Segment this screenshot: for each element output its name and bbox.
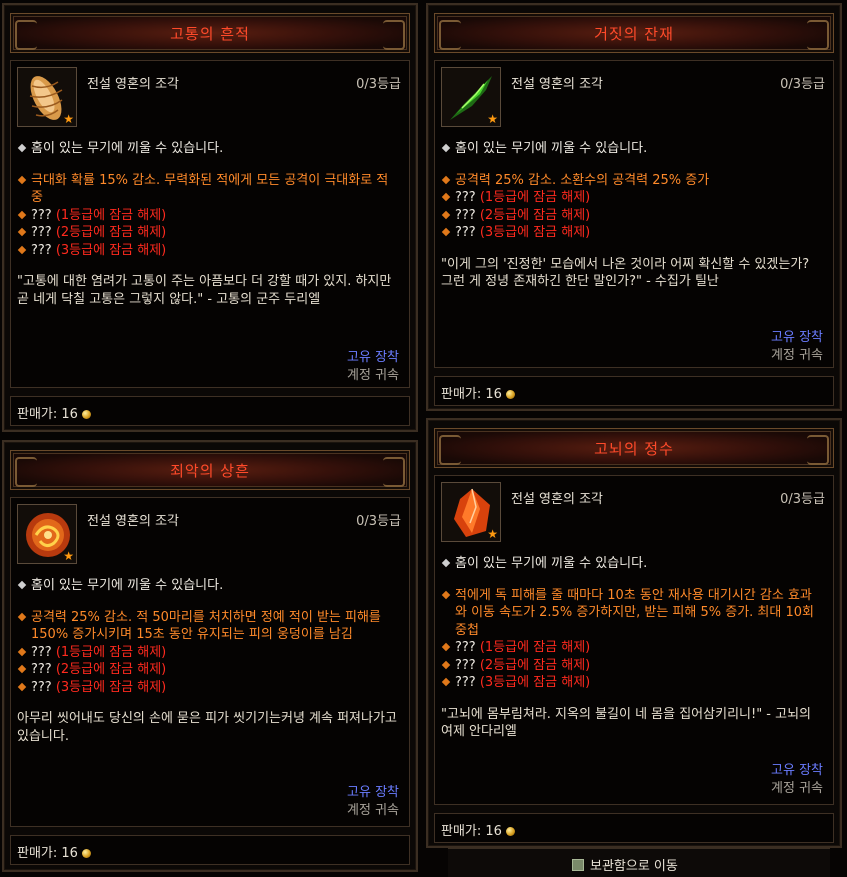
locked-line-1: ??? (1등급에 잠금 해제)	[17, 644, 399, 662]
quality-label: 고유 장착	[347, 350, 399, 365]
socket-line: 홈이 있는 무기에 끼울 수 있습니다.	[441, 555, 823, 573]
stash-icon	[572, 859, 584, 871]
item-tooltip-1: 고통의 흔적 ★ 전설 영혼의 조각 0/3등급 홈이 있는 무기에 끼울 수 …	[2, 3, 418, 432]
tooltip-footer: 판매가: 16	[10, 396, 410, 426]
socket-line: 홈이 있는 무기에 끼울 수 있습니다.	[17, 577, 399, 595]
green-shard-icon[interactable]: ★	[441, 67, 501, 127]
tooltip-body: ★ 전설 영혼의 조각 0/3등급 홈이 있는 무기에 끼울 수 있습니다. 공…	[434, 60, 834, 368]
locked-line-3: ??? (3등급에 잠금 해제)	[17, 679, 399, 697]
legendary-star-icon: ★	[63, 112, 74, 126]
effect-line: 적에게 독 피해를 줄 때마다 10초 동안 재사용 대기시간 감소 효과와 이…	[441, 587, 823, 640]
quality-label: 고유 장착	[347, 785, 399, 800]
bind-label: 계정 귀속	[347, 803, 399, 818]
locked-line-3: ??? (3등급에 잠금 해제)	[17, 242, 399, 260]
locked-line-3: ??? (3등급에 잠금 해제)	[441, 674, 823, 692]
item-rank: 0/3등급	[356, 514, 401, 529]
item-title: 고뇌의 정수	[594, 440, 674, 458]
locked-line-3: ??? (3등급에 잠금 해제)	[441, 224, 823, 242]
flavor-text: 아무리 씻어내도 당신의 손에 묻은 피가 씻기기는커녕 계속 퍼져나가고 있습…	[17, 711, 397, 744]
item-type: 전설 영혼의 조각	[511, 77, 603, 92]
item-title: 죄악의 상흔	[170, 462, 250, 480]
item-tooltip-2: 거짓의 잔재 ★ 전설 영혼의 조각 0/3등급 홈이 있는 무기에 끼울 수 …	[426, 3, 842, 411]
locked-line-2: ??? (2등급에 잠금 해제)	[441, 207, 823, 225]
locked-line-2: ??? (2등급에 잠금 해제)	[441, 657, 823, 675]
bind-label: 계정 귀속	[771, 781, 823, 796]
sell-price: 판매가: 16	[441, 383, 515, 402]
flavor-text: "고뇌에 몸부림쳐라. 지옥의 불길이 네 몸을 집어삼키리니!" - 고뇌의 …	[441, 706, 812, 740]
tooltip-body: ★ 전설 영혼의 조각 0/3등급 홈이 있는 무기에 끼울 수 있습니다. 극…	[10, 60, 410, 388]
item-rank: 0/3등급	[780, 77, 825, 92]
flavor-text: "고통에 대한 염려가 고통이 주는 아픔보다 더 강할 때가 있지. 하지만 …	[17, 274, 392, 307]
sell-price: 판매가: 16	[17, 842, 91, 861]
orange-crystal-icon[interactable]: ★	[441, 482, 501, 542]
locked-line-1: ??? (1등급에 잠금 해제)	[441, 189, 823, 207]
gold-coin-icon	[505, 390, 515, 399]
quality-label: 고유 장착	[771, 763, 823, 778]
larva-icon[interactable]: ★	[17, 67, 77, 127]
flavor-text: "이게 그의 '진정한' 모습에서 나온 것이라 어찌 확신할 수 있겠는가? …	[441, 256, 810, 290]
item-tooltip-4: 고뇌의 정수 ★ 전설 영혼의 조각 0/3등급 홈이 있는 무기에 끼울 수 …	[426, 418, 842, 848]
gold-coin-icon	[505, 827, 515, 836]
tooltip-header: 고통의 흔적	[10, 13, 410, 53]
tooltip-body: ★ 전설 영혼의 조각 0/3등급 홈이 있는 무기에 끼울 수 있습니다. 적…	[434, 475, 834, 805]
socket-line: 홈이 있는 무기에 끼울 수 있습니다.	[441, 140, 823, 158]
gold-coin-icon	[81, 410, 91, 419]
fire-orb-icon[interactable]: ★	[17, 504, 77, 564]
locked-line-2: ??? (2등급에 잠금 해제)	[17, 661, 399, 679]
tooltip-header: 죄악의 상흔	[10, 450, 410, 490]
item-type: 전설 영혼의 조각	[87, 514, 179, 529]
tooltip-footer: 판매가: 16	[10, 835, 410, 865]
item-rank: 0/3등급	[356, 77, 401, 92]
item-rank: 0/3등급	[780, 492, 825, 507]
legendary-star-icon: ★	[63, 549, 74, 563]
bind-label: 계정 귀속	[771, 348, 823, 363]
item-type: 전설 영혼의 조각	[87, 77, 179, 92]
effect-line: 공격력 25% 감소. 소환수의 공격력 25% 증가	[441, 172, 823, 190]
item-tooltip-3: 죄악의 상흔 ★ 전설 영혼의 조각 0/3등급 홈이 있는 무기에 끼울 수 …	[2, 440, 418, 872]
move-to-stash-button[interactable]: 보관함으로 이동	[572, 855, 678, 874]
gold-coin-icon	[81, 849, 91, 858]
legendary-star-icon: ★	[487, 527, 498, 541]
effect-line: 공격력 25% 감소. 적 50마리를 처치하면 정예 적이 받는 피해를 15…	[17, 609, 399, 644]
locked-line-2: ??? (2등급에 잠금 해제)	[17, 224, 399, 242]
tooltip-body: ★ 전설 영혼의 조각 0/3등급 홈이 있는 무기에 끼울 수 있습니다. 공…	[10, 497, 410, 827]
locked-line-1: ??? (1등급에 잠금 해제)	[17, 207, 399, 225]
tooltip-footer: 판매가: 16	[434, 376, 834, 406]
item-title: 거짓의 잔재	[594, 25, 674, 43]
effect-line: 극대화 확률 15% 감소. 무력화된 적에게 모든 공격이 극대화로 적중	[17, 172, 399, 207]
sell-price: 판매가: 16	[441, 820, 515, 839]
socket-line: 홈이 있는 무기에 끼울 수 있습니다.	[17, 140, 399, 158]
tooltip-footer: 판매가: 16	[434, 813, 834, 843]
locked-line-1: ??? (1등급에 잠금 해제)	[441, 639, 823, 657]
bind-label: 계정 귀속	[347, 368, 399, 383]
quality-label: 고유 장착	[771, 330, 823, 345]
item-title: 고통의 흔적	[170, 25, 250, 43]
legendary-star-icon: ★	[487, 112, 498, 126]
tooltip-header: 고뇌의 정수	[434, 428, 834, 468]
sell-price: 판매가: 16	[17, 403, 91, 422]
item-type: 전설 영혼의 조각	[511, 492, 603, 507]
tooltip-header: 거짓의 잔재	[434, 13, 834, 53]
